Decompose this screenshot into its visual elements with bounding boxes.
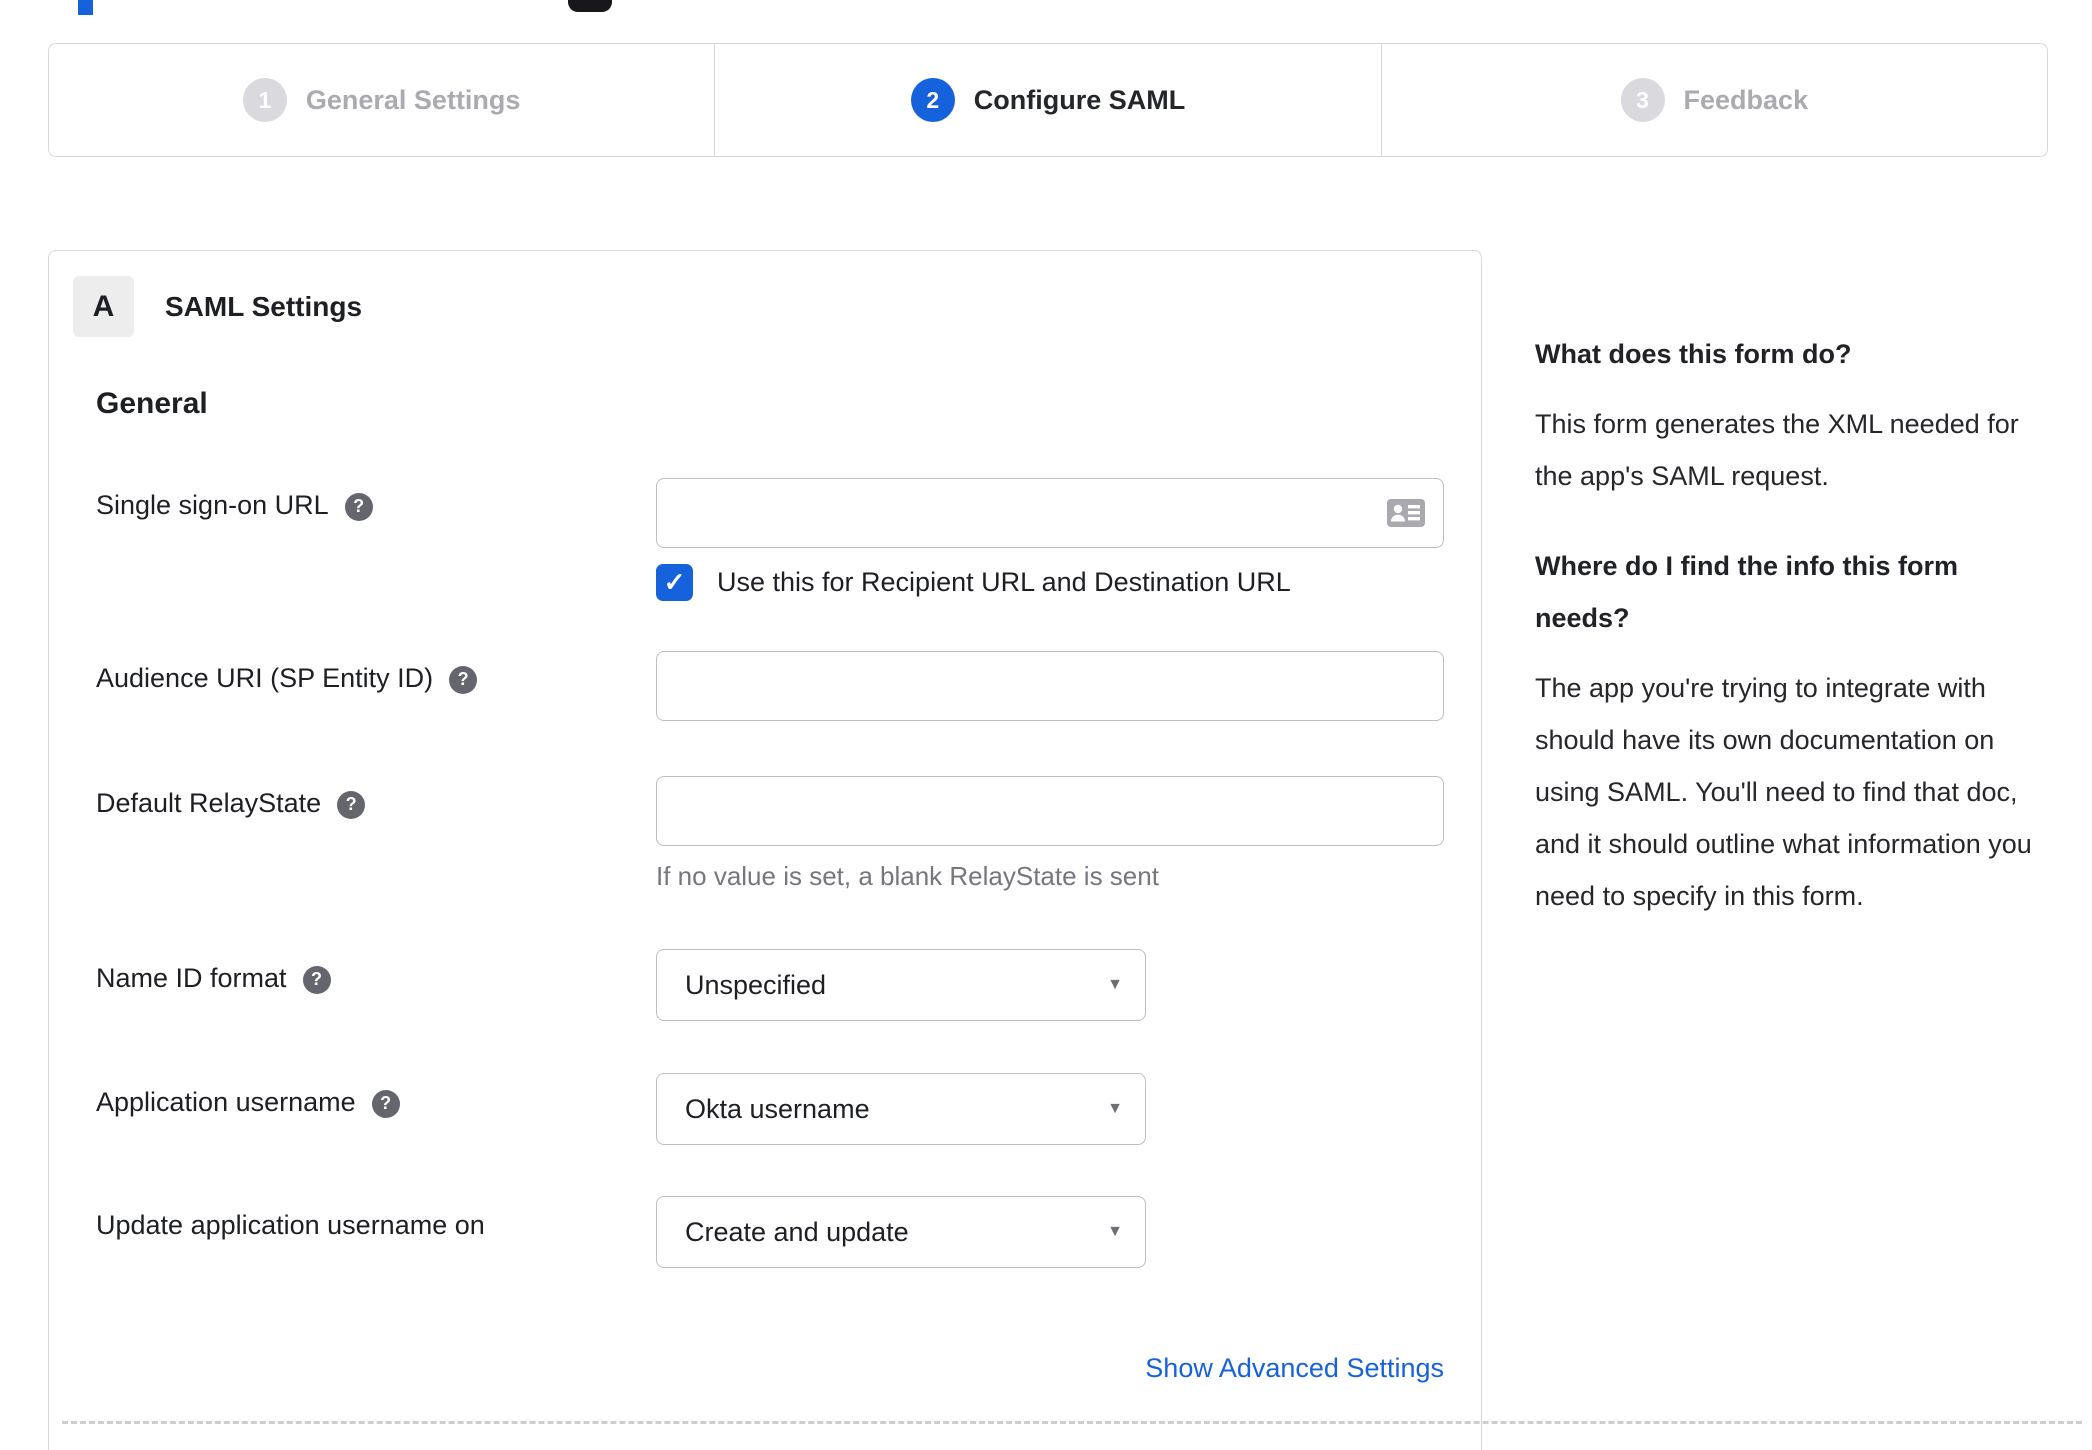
contact-card-icon[interactable] bbox=[1386, 497, 1426, 534]
update-username-select[interactable]: Create and update ▼ bbox=[656, 1196, 1146, 1268]
step-number-badge: 2 bbox=[910, 78, 955, 122]
sso-url-label: Single sign-on URL ? bbox=[96, 490, 373, 521]
sidebar-heading-what: What does this form do? bbox=[1535, 339, 1852, 369]
help-icon[interactable]: ? bbox=[344, 492, 373, 521]
app-username-label: Application username ? bbox=[96, 1087, 400, 1118]
update-username-label: Update application username on bbox=[96, 1210, 485, 1241]
recipient-url-checkbox-row: ✓ Use this for Recipient URL and Destina… bbox=[656, 564, 1291, 601]
step-feedback[interactable]: 3 Feedback bbox=[1380, 44, 2047, 156]
recipient-url-checkbox[interactable]: ✓ bbox=[656, 564, 693, 601]
panel-title: SAML Settings bbox=[165, 290, 363, 322]
step-configure-saml[interactable]: 2 Configure SAML bbox=[714, 44, 1380, 156]
sidebar-heading-where: Where do I find the info this form needs… bbox=[1535, 551, 1958, 633]
step-label: Feedback bbox=[1683, 84, 1809, 115]
select-value: Create and update bbox=[685, 1216, 909, 1247]
field-label-text: Name ID format bbox=[96, 963, 287, 993]
section-a-badge: A bbox=[73, 276, 134, 337]
help-icon[interactable]: ? bbox=[371, 1089, 400, 1118]
audience-uri-input-wrap bbox=[656, 651, 1444, 721]
field-label-text: Application username bbox=[96, 1087, 356, 1117]
relay-state-helper-text: If no value is set, a blank RelayState i… bbox=[656, 861, 1159, 891]
step-number-badge: 3 bbox=[1620, 78, 1665, 122]
chevron-down-icon: ▼ bbox=[1107, 976, 1123, 993]
relay-state-input[interactable] bbox=[656, 776, 1444, 846]
saml-settings-panel: A SAML Settings General Single sign-on U… bbox=[48, 250, 1482, 1450]
field-label-text: Update application username on bbox=[96, 1210, 485, 1240]
step-general-settings[interactable]: 1 General Settings bbox=[49, 44, 714, 156]
name-id-format-label: Name ID format ? bbox=[96, 963, 331, 994]
show-advanced-settings-link[interactable]: Show Advanced Settings bbox=[656, 1353, 1444, 1384]
cutoff-blue-fragment bbox=[78, 0, 93, 15]
sidebar-body-what: This form generates the XML needed for t… bbox=[1535, 409, 2019, 491]
step-label: Configure SAML bbox=[973, 84, 1186, 115]
relay-state-input-wrap bbox=[656, 776, 1444, 846]
help-sidebar: What does this form do? This form genera… bbox=[1535, 328, 2051, 960]
help-icon[interactable]: ? bbox=[449, 665, 478, 694]
name-id-format-select[interactable]: Unspecified ▼ bbox=[656, 949, 1146, 1021]
step-number-badge: 1 bbox=[242, 78, 287, 122]
chevron-down-icon: ▼ bbox=[1107, 1223, 1123, 1240]
field-label-text: Single sign-on URL bbox=[96, 490, 329, 520]
help-icon[interactable]: ? bbox=[337, 790, 366, 819]
cutoff-black-fragment bbox=[568, 0, 612, 12]
select-value: Unspecified bbox=[685, 969, 827, 1000]
help-icon[interactable]: ? bbox=[302, 965, 331, 994]
step-label: General Settings bbox=[305, 84, 521, 115]
chevron-down-icon: ▼ bbox=[1107, 1100, 1123, 1117]
field-label-text: Audience URI (SP Entity ID) bbox=[96, 663, 434, 693]
sso-url-input[interactable] bbox=[656, 478, 1444, 548]
relay-state-label: Default RelayState ? bbox=[96, 788, 366, 819]
wizard-stepper: 1 General Settings 2 Configure SAML 3 Fe… bbox=[48, 43, 2048, 157]
section-dashed-divider bbox=[62, 1421, 2082, 1424]
sidebar-body-where: The app you're trying to integrate with … bbox=[1535, 673, 2032, 911]
select-value: Okta username bbox=[685, 1093, 870, 1124]
audience-uri-input[interactable] bbox=[656, 651, 1444, 721]
field-label-text: Default RelayState bbox=[96, 788, 322, 818]
recipient-url-checkbox-label: Use this for Recipient URL and Destinati… bbox=[717, 567, 1291, 597]
audience-uri-label: Audience URI (SP Entity ID) ? bbox=[96, 663, 478, 694]
sso-url-input-wrap bbox=[656, 478, 1444, 548]
general-section-heading: General bbox=[96, 387, 208, 420]
app-username-select[interactable]: Okta username ▼ bbox=[656, 1073, 1146, 1145]
